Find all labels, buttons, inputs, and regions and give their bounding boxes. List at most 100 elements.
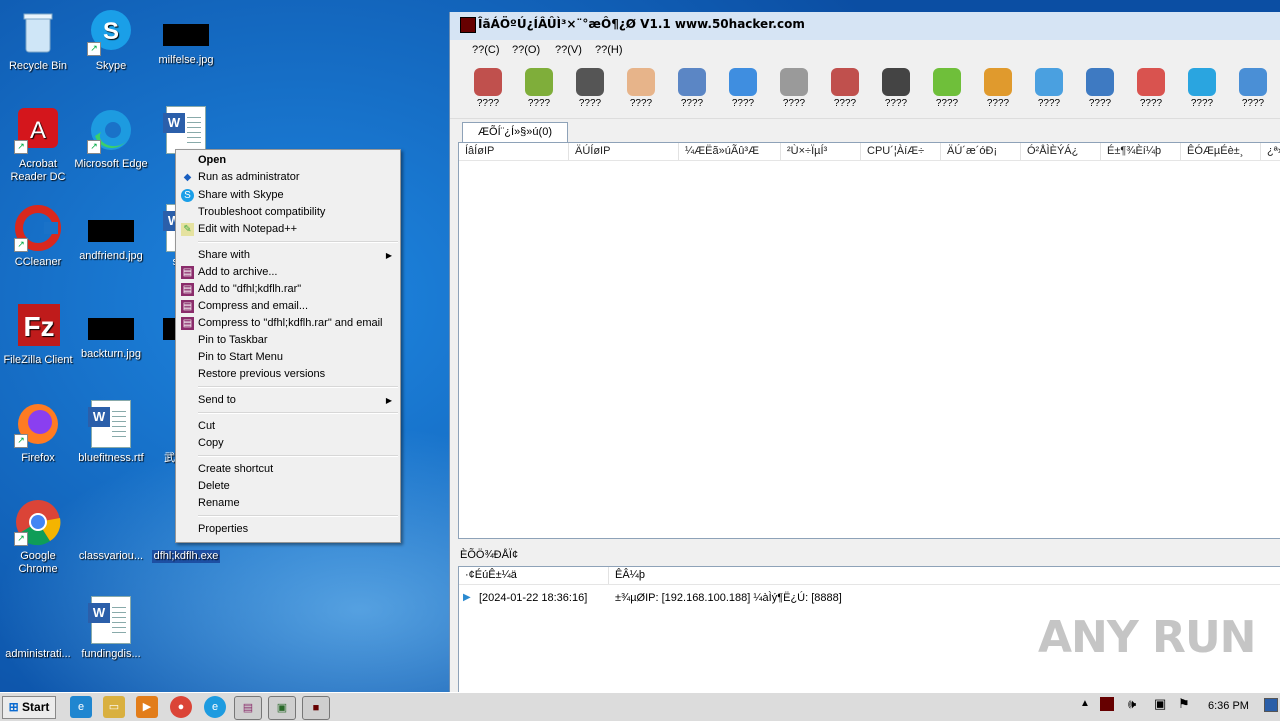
toolbar-button[interactable]: ????	[1025, 68, 1073, 109]
network-app-taskbar-icon[interactable]: ▣	[268, 696, 296, 720]
chrome-icon[interactable]: ●	[170, 696, 192, 718]
tray-expand-icon[interactable]: ▲	[1080, 698, 1090, 709]
menu-item-open[interactable]: Open	[178, 152, 398, 169]
log-header: ·¢ÉúÊ±¼ä ÊÂ¼þ	[459, 567, 1280, 585]
toolbar-button[interactable]: ????	[668, 68, 716, 109]
toolbar-button[interactable]: ????	[1127, 68, 1175, 109]
chart-icon	[678, 68, 706, 96]
menu-item-delete[interactable]: Delete	[178, 478, 398, 495]
menu-item-properties[interactable]: Properties	[178, 521, 398, 538]
menu-item-compress-email[interactable]: ▤ Compress and email...	[178, 298, 398, 315]
desktop-icon-edge[interactable]: ↗ Microsoft Edge	[73, 106, 149, 171]
ie-icon[interactable]: e	[70, 696, 92, 718]
menu-item-share-with-skype[interactable]: S Share with Skype	[178, 187, 398, 204]
col-header[interactable]: Ó²ÅÌÈÝÁ¿	[1021, 143, 1101, 160]
drive-icon	[525, 68, 553, 96]
menu-item-compress-to-rar-email[interactable]: ▤ Compress to "dfhl;kdflh.rar" and email	[178, 315, 398, 332]
explorer-icon[interactable]: ▭	[103, 696, 125, 718]
menu-item-send-to[interactable]: Send to ▶	[178, 392, 398, 409]
toolbar-button[interactable]: ????	[1076, 68, 1124, 109]
winrar-taskbar-icon[interactable]: ▤	[234, 696, 262, 720]
media-player-icon[interactable]: ▶	[136, 696, 158, 718]
menu-item-edit-notepadpp[interactable]: ✎ Edit with Notepad++	[178, 221, 398, 238]
col-header[interactable]: ²Ù×÷ÏµÍ³	[781, 143, 861, 160]
title-bar[interactable]: ÎãÁÖºÚ¿ÍÂÛÌ³×¨°æÔ¶¿Ø V1.1 www.50hacker.c…	[450, 12, 1280, 40]
volume-icon[interactable]: 🕪	[1128, 696, 1136, 712]
col-header[interactable]: ÊÓÆµÉè±¸	[1181, 143, 1261, 160]
winrar-icon: ▤	[181, 283, 194, 296]
toolbar-button[interactable]: ????	[923, 68, 971, 109]
icon-label: Acrobat Reader DC	[10, 158, 66, 183]
menu-item-add-to-rar[interactable]: ▤ Add to "dfhl;kdflh.rar"	[178, 281, 398, 298]
col-header[interactable]: ÄÚ´æ´óÐ¡	[941, 143, 1021, 160]
toolbar-button[interactable]: ????	[566, 68, 614, 109]
menu-v[interactable]: ??(V)	[555, 44, 582, 56]
toolbar-button[interactable]: ????	[515, 68, 563, 109]
col-header[interactable]: ÍâÍøIP	[459, 143, 569, 160]
menu-item-create-shortcut[interactable]: Create shortcut	[178, 461, 398, 478]
clock[interactable]: 6:36 PM	[1208, 700, 1249, 712]
col-header[interactable]: CPU´¦ÀíÆ÷	[861, 143, 941, 160]
desktop-icon-administrati[interactable]: administrati...	[0, 596, 76, 661]
menu-h[interactable]: ??(H)	[595, 44, 623, 56]
toolbar-button[interactable]: ????	[1178, 68, 1226, 109]
desktop-icon-acrobat[interactable]: A ↗ Acrobat Reader DC	[0, 106, 76, 184]
desktop-icon-chrome[interactable]: ↗ Google Chrome	[0, 498, 76, 576]
log-row[interactable]: ▶ [2024-01-22 18:36:16] ±¾µØIP: [192.168…	[459, 589, 1280, 607]
desktop-icon-bluefitness[interactable]: W bluefitness.rtf	[73, 400, 149, 465]
toolbar-button[interactable]: ????	[974, 68, 1022, 109]
menu-item-pin-start[interactable]: Pin to Start Menu	[178, 349, 398, 366]
col-header[interactable]: ¿ª»ú	[1261, 143, 1280, 160]
menu-item-cut[interactable]: Cut	[178, 418, 398, 435]
toolbar-button[interactable]: ????	[464, 68, 512, 109]
menu-item-troubleshoot[interactable]: Troubleshoot compatibility	[178, 204, 398, 221]
action-center-flag-icon[interactable]: ⚑	[1178, 696, 1190, 712]
toolbar: ????????????????????????????????????????…	[450, 64, 1280, 119]
menu-item-copy[interactable]: Copy	[178, 435, 398, 452]
show-desktop-icon[interactable]	[1264, 698, 1278, 712]
desktop-icon-andfriend[interactable]: andfriend.jpg	[73, 204, 149, 263]
desktop-icon-ccleaner[interactable]: ↗ CCleaner	[0, 204, 76, 269]
desktop-icon-firefox[interactable]: ↗ Firefox	[0, 400, 76, 465]
word-document-icon: W	[88, 400, 131, 448]
desktop-icon-filezilla[interactable]: Fz FileZilla Client	[0, 302, 76, 367]
menu-c[interactable]: ??(C)	[472, 44, 500, 56]
toolbar-button[interactable]: ????	[617, 68, 665, 109]
desktop-icon-classvariou[interactable]: classvariou...	[73, 498, 149, 563]
toolbar-button[interactable]: ????	[872, 68, 920, 109]
word-document-icon: W	[163, 106, 206, 154]
icon-label: andfriend.jpg	[79, 250, 143, 262]
chat-icon	[1086, 68, 1114, 96]
tray-app-icon[interactable]	[1100, 697, 1114, 711]
menu-item-pin-taskbar[interactable]: Pin to Taskbar	[178, 332, 398, 349]
menu-item-rename[interactable]: Rename	[178, 495, 398, 512]
menu-item-add-to-archive[interactable]: ▤ Add to archive...	[178, 264, 398, 281]
desktop-icon-backturn[interactable]: backturn.jpg	[73, 302, 149, 361]
tab-clients[interactable]: ÆÕÍ¨¿Í»§»ú(0)	[462, 122, 568, 142]
menu-item-share-with[interactable]: Share with ▶	[178, 247, 398, 264]
desktop-icon-skype[interactable]: S ↗ Skype	[73, 8, 149, 73]
desktop-icon-recycle-bin[interactable]: Recycle Bin	[0, 8, 76, 73]
log-col-header[interactable]: ·¢ÉúÊ±¼ä	[459, 567, 609, 584]
shortcut-arrow-icon: ↗	[14, 238, 28, 252]
toolbar-button[interactable]: ????	[1229, 68, 1277, 109]
col-header[interactable]: ÄÚÍøIP	[569, 143, 679, 160]
col-header[interactable]: ¼ÆËã»úÃû³Æ	[679, 143, 781, 160]
menu-item-run-as-admin[interactable]: ◆ Run as administrator	[178, 169, 398, 186]
client-list[interactable]: ÍâÍøIP ÄÚÍøIP ¼ÆËã»úÃû³Æ ²Ù×÷ÏµÍ³ CPU´¦À…	[458, 142, 1280, 539]
toolbar-button[interactable]: ????	[821, 68, 869, 109]
rat-app-taskbar-icon[interactable]: ■	[302, 696, 330, 720]
network-icon[interactable]: ▣	[1154, 696, 1166, 712]
col-header[interactable]: É±¶¾Èí¼þ	[1101, 143, 1181, 160]
desktop-icon-milfelse[interactable]: milfelse.jpg	[148, 8, 224, 67]
toolbar-button-label: ????	[1088, 98, 1112, 109]
icon-label: milfelse.jpg	[158, 54, 214, 66]
toolbar-button[interactable]: ????	[770, 68, 818, 109]
toolbar-button[interactable]: ????	[719, 68, 767, 109]
menu-item-restore-versions[interactable]: Restore previous versions	[178, 366, 398, 383]
menu-o[interactable]: ??(O)	[512, 44, 540, 56]
desktop-icon-fundingdis[interactable]: W fundingdis...	[73, 596, 149, 661]
start-button[interactable]: ⊞ Start	[2, 696, 56, 719]
edge-icon[interactable]: e	[204, 696, 226, 718]
log-col-header[interactable]: ÊÂ¼þ	[609, 567, 1280, 584]
